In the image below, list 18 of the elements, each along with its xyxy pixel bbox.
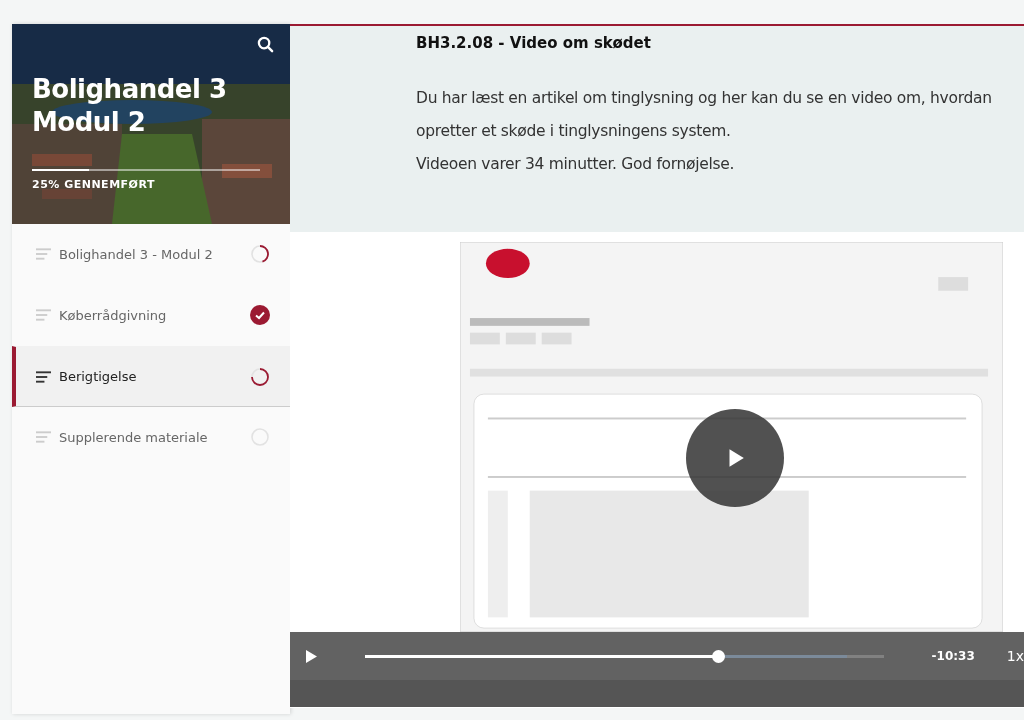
body-text: Videoen varer 34 minutter. God fornøjelse. [416, 154, 736, 175]
sidebar-item[interactable]: Supplerende materiale [12, 407, 290, 468]
lines-icon [36, 370, 51, 383]
body-text: opretter et skøde i tinglysningens system. [416, 121, 732, 142]
lines-icon [36, 309, 51, 321]
sidebar-item[interactable]: Bolighandel 3 - Modul 2 [12, 224, 290, 285]
body-text: Du har læst en artikel om tinglysning og her kan du se en video om, hvordan [416, 88, 993, 109]
progress-label: 25% GENNEMFØRT [32, 178, 156, 191]
sidebar-item[interactable]: Berigtigelse [12, 346, 290, 407]
speed-button[interactable]: 1x [1006, 648, 1024, 664]
course-title: Bolighandel 3 Modul 2 [32, 73, 228, 139]
time-remaining: -10:33 [931, 649, 975, 663]
play-icon[interactable] [306, 649, 317, 663]
lines-icon [36, 248, 51, 260]
sidebar-item[interactable]: Køberrådgivning [12, 285, 290, 346]
search-icon[interactable] [257, 36, 274, 53]
lesson-title: BH3.2.08 - Video om skødet [416, 34, 652, 52]
lines-icon [36, 431, 51, 443]
